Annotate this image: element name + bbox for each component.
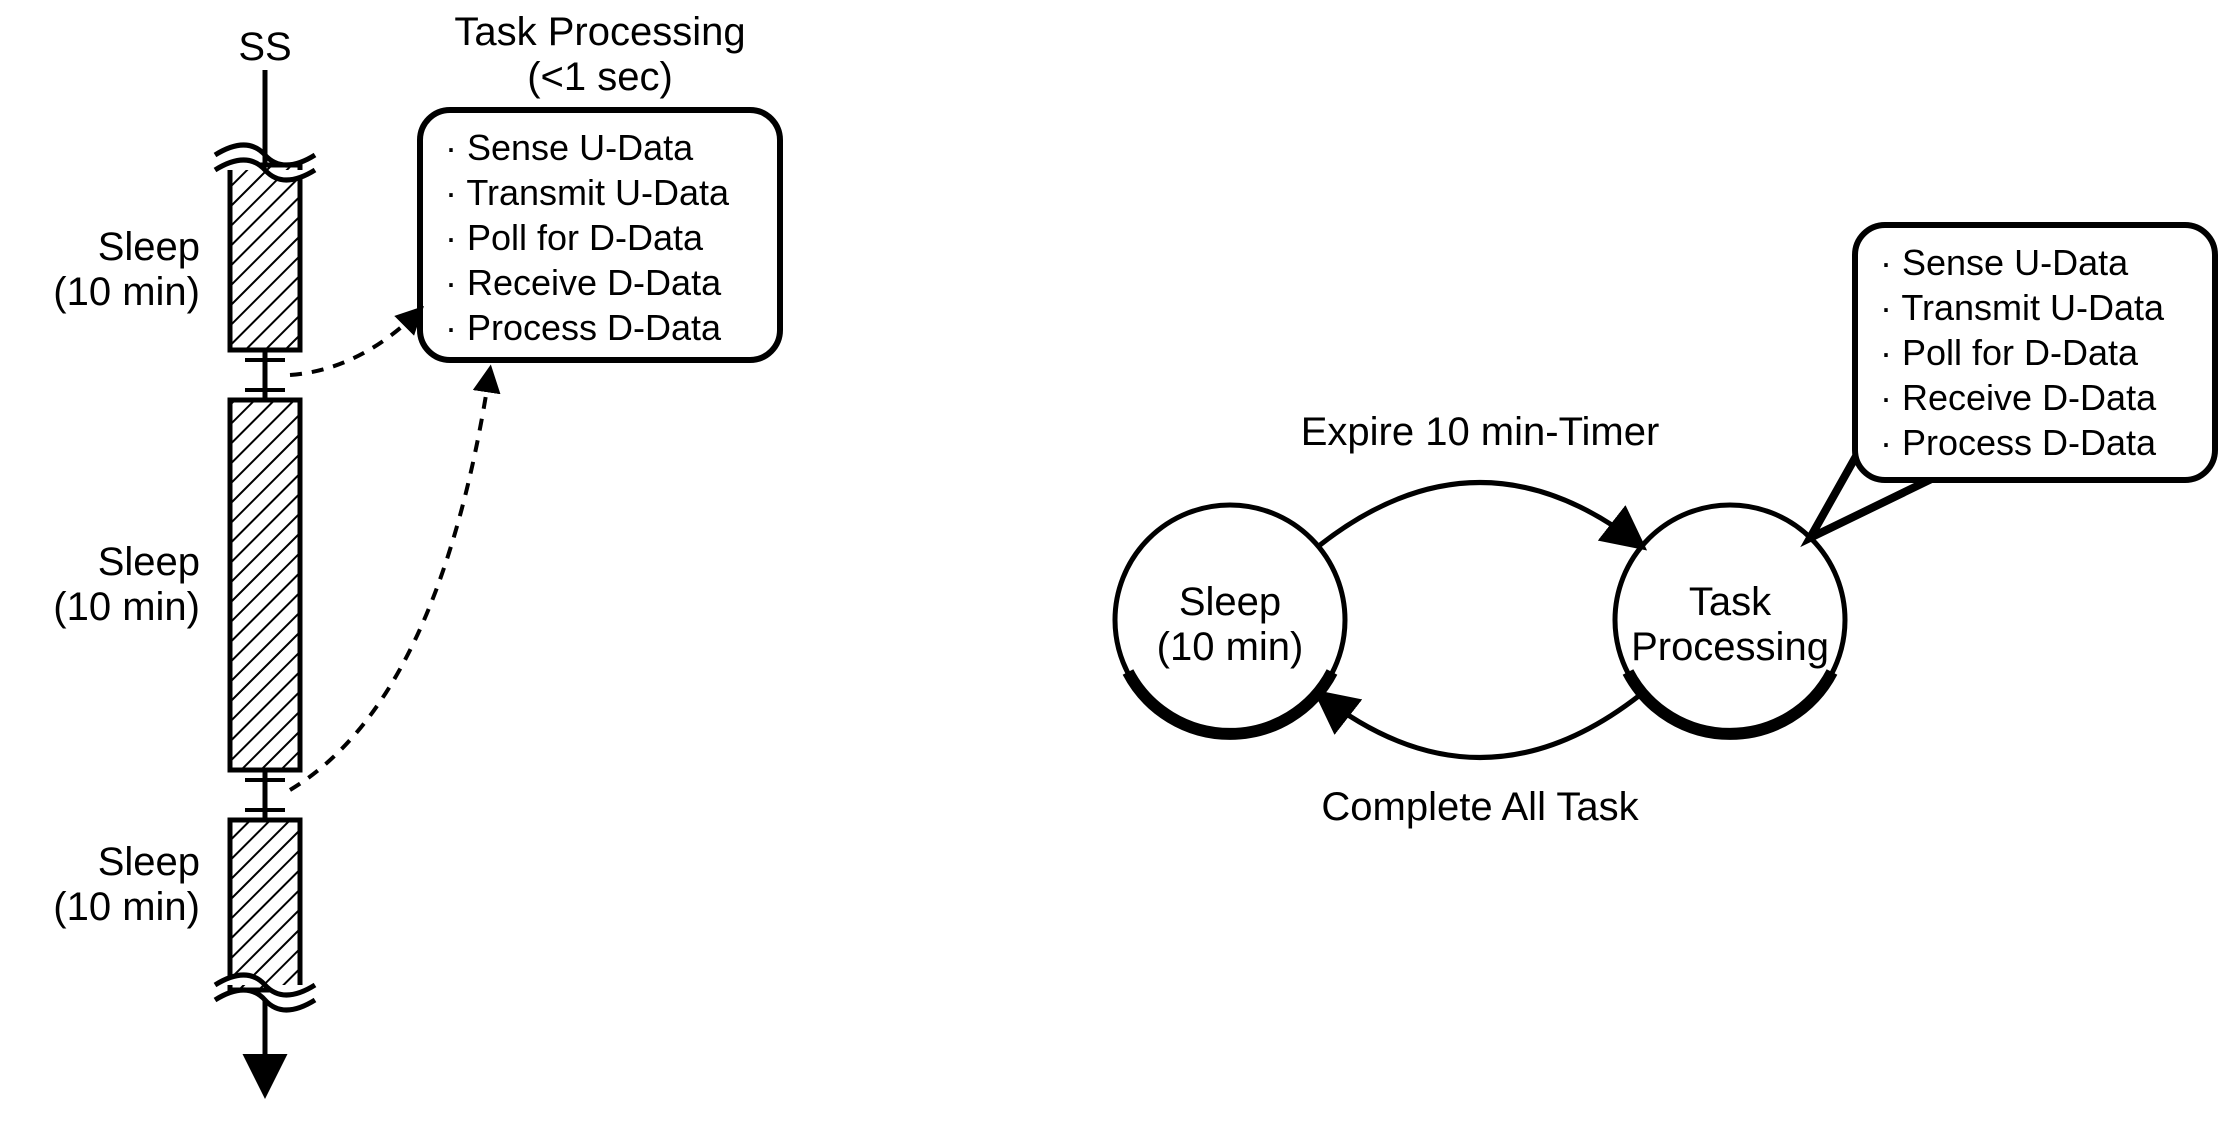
sleep-label-1-line1: Sleep [98,225,200,269]
sleep-node: Sleep (10 min) [1115,505,1345,735]
sleep-block-2 [230,400,300,770]
callout-item: Process D-Data [1902,422,2157,463]
task-item: Process D-Data [467,307,722,348]
sleep-block-3 [215,820,315,1010]
sleep-node-line1: Sleep [1179,580,1281,624]
arc-bottom-label: Complete All Task [1321,785,1639,829]
callout-item: Poll for D-Data [1902,332,2139,373]
sleep-label-2-line2: (10 min) [53,585,200,629]
task-node-line1: Task [1689,580,1772,624]
svg-text:· Process D-Data: · Process D-Data [1880,422,2157,463]
task-item: Receive D-Data [467,262,722,303]
ss-label: SS [238,25,291,69]
sleep-label-1-line2: (10 min) [53,270,200,314]
task-item: Sense U-Data [467,127,694,168]
svg-text:· Sense U-Data: · Sense U-Data [445,127,694,168]
callout-item: Receive D-Data [1902,377,2157,418]
svg-text:· Process D-Data: · Process D-Data [445,307,722,348]
sleep-label-3-line1: Sleep [98,840,200,884]
task-box-items: · Sense U-Data · Transmit U-Data · Poll … [445,127,730,348]
svg-text:· Receive D-Data: · Receive D-Data [1880,377,2157,418]
task-processing-group: Task Processing (<1 sec) · Sense U-Data … [290,10,780,790]
task-box-title-1: Task Processing [454,10,745,54]
svg-text:· Poll for D-Data: · Poll for D-Data [445,217,704,258]
sleep-block-1 [215,145,315,350]
callout-arrow-1 [290,310,420,375]
arc-top-label: Expire 10 min-Timer [1301,410,1660,454]
task-item: Transmit U-Data [466,172,730,213]
task-node-line2: Processing [1631,625,1829,669]
task-box-title-2: (<1 sec) [527,55,673,99]
sleep-node-line2: (10 min) [1157,625,1304,669]
callout-item: Transmit U-Data [1901,287,2165,328]
task-item: Poll for D-Data [467,217,704,258]
svg-text:· Transmit U-Data: · Transmit U-Data [1880,287,2165,328]
task-callout: · Sense U-Data · Transmit U-Data · Poll … [1810,225,2215,538]
arc-expire-timer [1320,483,1640,546]
callout-arrow-2 [290,370,490,790]
timeline: SS Sleep (10 min) Sleep (10 min) Sl [53,25,315,1090]
diagram-canvas: SS Sleep (10 min) Sleep (10 min) Sl [0,0,2238,1127]
callout-item: Sense U-Data [1902,242,2129,283]
svg-text:· Transmit U-Data: · Transmit U-Data [445,172,730,213]
svg-text:· Sense U-Data: · Sense U-Data [1880,242,2129,283]
sleep-label-2-line1: Sleep [98,540,200,584]
svg-text:· Poll for D-Data: · Poll for D-Data [1880,332,2139,373]
state-diagram: Sleep (10 min) Task Processing Expire 10… [1115,225,2215,829]
svg-text:· Receive D-Data: · Receive D-Data [445,262,722,303]
arc-complete-task [1320,695,1640,758]
sleep-label-3-line2: (10 min) [53,885,200,929]
